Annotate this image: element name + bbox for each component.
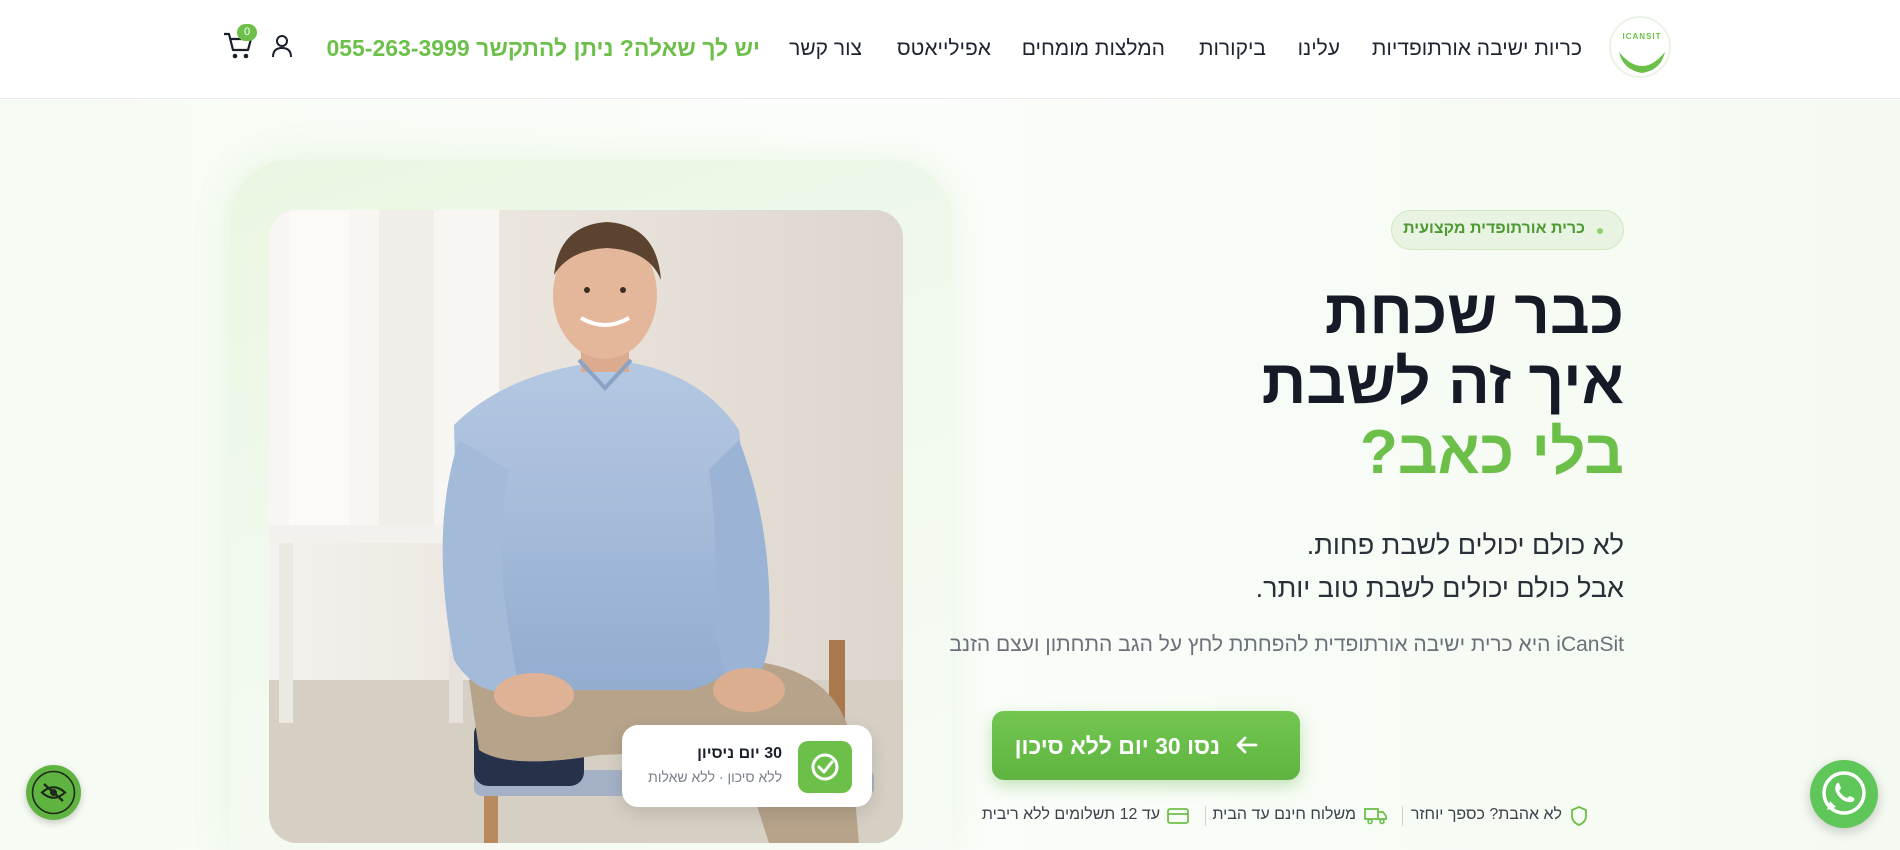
subheadline-1: לא כולם יכולים לשבת פחות.	[1306, 530, 1624, 560]
whatsapp-icon	[1822, 771, 1866, 815]
feature-divider	[1205, 806, 1206, 826]
cart-count-badge: 0	[237, 24, 257, 41]
trial-card-title: 30 יום ניסיון	[697, 745, 782, 762]
arrow-left-icon	[1236, 736, 1258, 754]
headline-line-3: בלי כאב?	[1360, 418, 1624, 487]
site-header: ICANSIT כריות ישיבה אורתופדיות עלינו ביק…	[0, 0, 1900, 99]
product-description: iCanSit היא כרית ישיבה אורתופדית להפחתת …	[949, 633, 1624, 656]
feature-free-shipping: משלוח חינם עד הבית	[1212, 806, 1356, 823]
truck-icon	[1364, 808, 1387, 825]
category-badge-text: כרית אורתופדית מקצועית	[1403, 220, 1585, 237]
account-button[interactable]	[270, 33, 294, 59]
headline-line-1: כבר שכחת	[1324, 278, 1624, 347]
headline-line-2: איך זה לשבת	[1261, 348, 1624, 417]
nav-item-about[interactable]: עלינו	[1298, 37, 1340, 61]
trial-check-badge	[798, 741, 852, 793]
subheadline-2: אבל כולם יכולים לשבת טוב יותר.	[1255, 573, 1624, 603]
logo-seat-icon	[1619, 50, 1665, 73]
nav-item-affiliates[interactable]: אפילייאטס	[897, 37, 991, 61]
check-circle-icon	[811, 753, 839, 781]
category-badge: כרית אורתופדית מקצועית	[1391, 210, 1624, 250]
try-30-days-button[interactable]: נסו 30 יום ללא סיכון	[992, 711, 1300, 780]
accessibility-button[interactable]	[26, 765, 81, 820]
shield-icon	[1571, 806, 1587, 826]
whatsapp-button[interactable]	[1810, 760, 1878, 828]
feature-divider	[1402, 806, 1403, 826]
feature-installments: עד 12 תשלומים ללא ריבית	[981, 806, 1160, 823]
nav-item-experts[interactable]: המלצות מומחים	[1022, 37, 1165, 61]
nav-item-reviews[interactable]: ביקורות	[1199, 37, 1266, 61]
credit-card-icon	[1167, 808, 1189, 824]
feature-money-back: לא אהבת? כספך יוחזר	[1410, 806, 1562, 823]
badge-dot-icon	[1597, 228, 1603, 234]
nav-item-contact[interactable]: צור קשר	[789, 37, 862, 61]
nav-item-cushions[interactable]: כריות ישיבה אורתופדיות	[1372, 37, 1582, 61]
trial-card: 30 יום ניסיון ללא סיכון · ללא שאלות	[622, 725, 872, 807]
eye-slash-icon	[31, 770, 76, 815]
brand-logo[interactable]: ICANSIT	[1609, 16, 1671, 78]
cta-label: נסו 30 יום ללא סיכון	[1014, 733, 1220, 759]
trial-card-subtitle: ללא סיכון · ללא שאלות	[648, 769, 782, 785]
phone-cta[interactable]: יש לך שאלה? ניתן להתקשר 055-263-3999	[326, 35, 760, 62]
user-icon	[272, 35, 292, 58]
